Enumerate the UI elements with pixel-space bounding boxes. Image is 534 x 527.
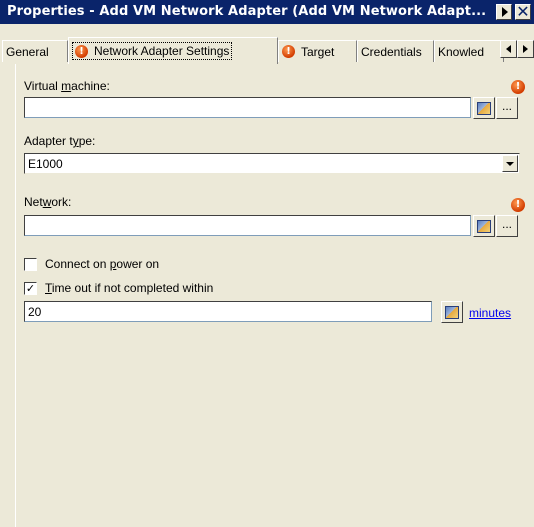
- tab-focus-rect: ! Network Adapter Settings: [72, 42, 233, 60]
- vm-browse-button[interactable]: ...: [496, 97, 518, 119]
- property-picker-icon: [477, 219, 491, 233]
- tab-credentials[interactable]: Credentials: [357, 40, 434, 62]
- alert-icon: !: [75, 44, 88, 58]
- network-browse-button[interactable]: ...: [496, 215, 518, 237]
- timeout-checkbox[interactable]: ✓: [24, 281, 37, 295]
- tab-target-label: Target: [301, 44, 335, 59]
- connect-on-power-on-row[interactable]: Connect on power on: [24, 257, 159, 271]
- network-error-icon: !: [511, 198, 525, 212]
- virtual-machine-input[interactable]: [24, 97, 471, 118]
- virtual-machine-label: Virtual machine:: [24, 79, 110, 93]
- timeout-row[interactable]: ✓ Time out if not completed within: [24, 281, 213, 295]
- vm-property-picker-button[interactable]: [473, 97, 495, 119]
- tab-scroll-buttons: [500, 40, 534, 58]
- tab-knowledge-label: Knowled: [438, 44, 485, 59]
- adapter-type-value: E1000: [28, 157, 63, 171]
- tab-scroll-right-icon[interactable]: [517, 40, 534, 58]
- vm-error-icon: !: [511, 80, 525, 94]
- chevron-down-icon[interactable]: [502, 155, 518, 172]
- timeout-property-picker-button[interactable]: [441, 301, 463, 323]
- network-input[interactable]: [24, 215, 471, 236]
- title-bar[interactable]: Properties - Add VM Network Adapter (Add…: [0, 0, 534, 24]
- tab-general-label: General: [6, 44, 49, 59]
- network-property-picker-button[interactable]: [473, 215, 495, 237]
- timeout-label: Time out if not completed within: [45, 281, 214, 295]
- pin-arrow-icon[interactable]: [496, 4, 512, 20]
- tab-scroll-left-icon[interactable]: [500, 40, 517, 58]
- property-picker-icon: [445, 305, 459, 319]
- properties-dialog: Properties - Add VM Network Adapter (Add…: [0, 0, 534, 527]
- tab-target[interactable]: ! Target: [278, 40, 357, 62]
- property-picker-icon: [477, 101, 491, 115]
- connect-on-power-on-label: Connect on power on: [45, 257, 160, 271]
- network-adapter-settings-panel: Virtual machine: ! ... Adapter type: E10…: [15, 64, 534, 527]
- timeout-minutes-input[interactable]: 20: [24, 301, 432, 322]
- tab-network-adapter-settings[interactable]: ! Network Adapter Settings: [68, 37, 278, 64]
- adapter-type-label: Adapter type:: [24, 134, 96, 148]
- alert-icon: !: [282, 45, 295, 58]
- connect-on-power-on-checkbox[interactable]: [24, 257, 37, 271]
- adapter-type-select[interactable]: E1000: [24, 153, 520, 174]
- tab-general[interactable]: General: [2, 40, 68, 62]
- close-icon[interactable]: ✕: [515, 4, 531, 20]
- minutes-link[interactable]: minutes: [469, 306, 511, 320]
- tab-knowledge[interactable]: Knowled: [434, 40, 504, 62]
- tab-strip: General ! Network Adapter Settings ! Tar…: [0, 24, 534, 64]
- window-title: Properties - Add VM Network Adapter (Add…: [7, 4, 487, 19]
- network-label: Network:: [24, 195, 72, 209]
- tab-network-adapter-settings-label: Network Adapter Settings: [94, 44, 230, 58]
- tab-credentials-label: Credentials: [361, 44, 422, 59]
